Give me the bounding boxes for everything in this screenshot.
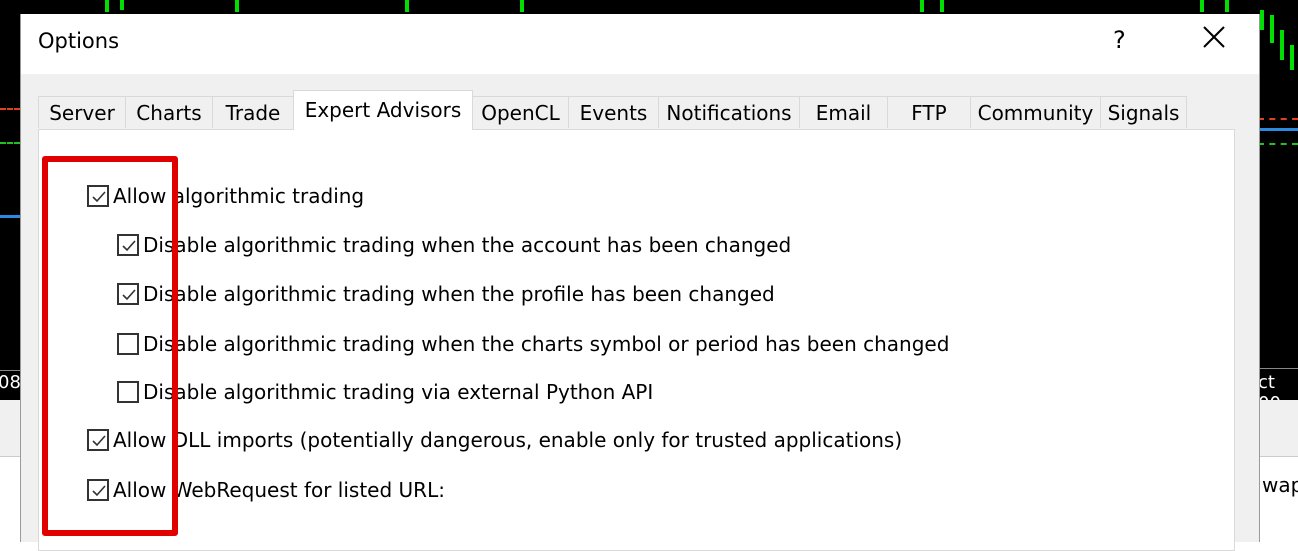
checkbox[interactable] xyxy=(117,381,139,403)
tab-opencl[interactable]: OpenCL xyxy=(472,96,569,128)
expert-advisors-panel: Allow algorithmic trading Disable algori… xyxy=(38,129,1235,551)
checkmark-icon xyxy=(92,435,106,447)
candle xyxy=(940,0,944,12)
checkbox[interactable] xyxy=(87,479,109,501)
candle xyxy=(105,0,109,12)
tab-events[interactable]: Events xyxy=(568,96,659,128)
checkbox[interactable] xyxy=(87,429,109,451)
candle xyxy=(1270,15,1274,43)
price-line xyxy=(0,215,20,218)
candle xyxy=(405,0,409,12)
candle xyxy=(120,0,124,10)
candle xyxy=(520,0,524,12)
checkbox[interactable] xyxy=(117,283,139,305)
background-chart-left: 08 xyxy=(0,0,20,400)
dialog-titlebar: Options ? xyxy=(21,14,1259,74)
indicator-line xyxy=(1258,118,1298,122)
option-allow-dll-imports[interactable]: Allow DLL imports (potentially dangerous… xyxy=(87,425,902,455)
tab-community[interactable]: Community xyxy=(970,96,1101,128)
tab-notifications[interactable]: Notifications xyxy=(658,96,800,128)
option-label: Disable algorithmic trading when the acc… xyxy=(143,233,792,257)
candle xyxy=(1280,30,1284,60)
candle xyxy=(1225,0,1229,12)
checkbox[interactable] xyxy=(117,234,139,256)
option-disable-on-profile-change[interactable]: Disable algorithmic trading when the pro… xyxy=(117,279,775,309)
tab-charts[interactable]: Charts xyxy=(125,96,213,128)
candle xyxy=(1290,45,1294,70)
price-line xyxy=(1258,128,1298,131)
indicator-line xyxy=(0,108,20,112)
background-chart-top xyxy=(0,0,1298,14)
candle xyxy=(920,0,924,12)
option-label: Disable algorithmic trading when the pro… xyxy=(143,282,775,306)
checkbox[interactable] xyxy=(117,333,139,355)
candle xyxy=(1200,0,1204,12)
option-label: Allow WebRequest for listed URL: xyxy=(113,478,445,502)
time-axis-label: ct 00 xyxy=(1258,372,1281,400)
time-axis-label: 08 xyxy=(0,372,20,393)
indicator-line xyxy=(0,142,20,146)
option-allow-webrequest[interactable]: Allow WebRequest for listed URL: xyxy=(87,475,445,505)
dialog-title: Options xyxy=(38,29,120,53)
close-icon xyxy=(1203,26,1225,48)
candle xyxy=(1260,10,1264,30)
tab-trade[interactable]: Trade xyxy=(212,96,294,128)
checkmark-icon xyxy=(122,289,136,301)
checkmark-icon xyxy=(92,485,106,497)
option-label: Disable algorithmic trading when the cha… xyxy=(143,332,950,356)
options-dialog: Options ? Server Charts Trade Expert Adv… xyxy=(20,14,1260,551)
option-disable-on-account-change[interactable]: Disable algorithmic trading when the acc… xyxy=(117,230,791,260)
option-disable-python-api[interactable]: Disable algorithmic trading via external… xyxy=(117,377,653,407)
tab-expert-advisors[interactable]: Expert Advisors xyxy=(293,90,473,130)
background-panel xyxy=(1258,400,1298,457)
tab-email[interactable]: Email xyxy=(799,96,888,128)
background-chart-right: ct 00 xyxy=(1258,0,1298,400)
background-panel-text: wap xyxy=(1262,473,1298,497)
checkmark-icon xyxy=(92,191,106,203)
option-disable-on-symbol-change[interactable]: Disable algorithmic trading when the cha… xyxy=(117,329,949,359)
option-allow-algo-trading[interactable]: Allow algorithmic trading xyxy=(87,181,364,211)
background-panel xyxy=(0,400,20,457)
option-label: Allow DLL imports (potentially dangerous… xyxy=(113,428,903,452)
checkmark-icon xyxy=(122,240,136,252)
tab-server[interactable]: Server xyxy=(38,96,126,128)
close-button[interactable] xyxy=(1199,22,1229,52)
tab-ftp[interactable]: FTP xyxy=(887,96,971,128)
option-label: Disable algorithmic trading via external… xyxy=(143,380,654,404)
candle xyxy=(235,0,239,12)
option-label: Allow algorithmic trading xyxy=(113,184,365,208)
tab-signals[interactable]: Signals xyxy=(1100,96,1187,128)
checkbox[interactable] xyxy=(87,185,109,207)
help-button[interactable]: ? xyxy=(1113,26,1126,54)
indicator-line xyxy=(1258,143,1298,147)
